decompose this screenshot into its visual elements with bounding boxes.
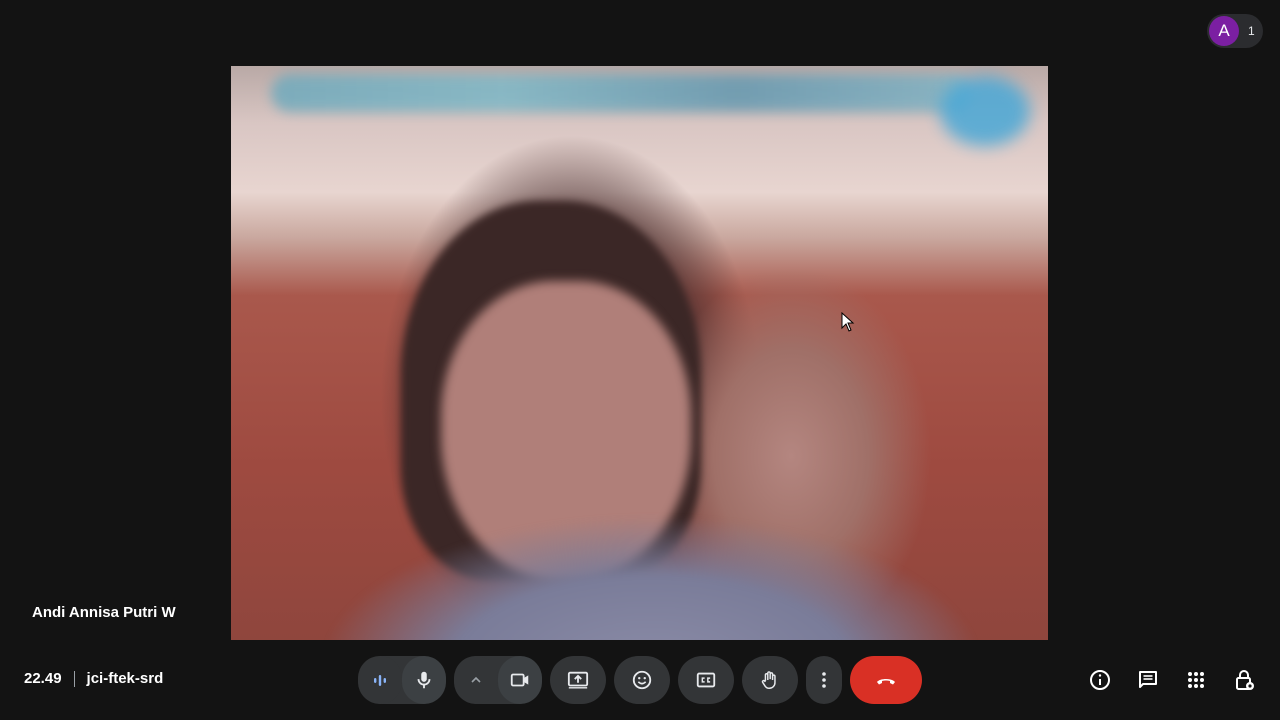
activities-icon (1188, 672, 1204, 688)
participant-name-label: Andi Annisa Putri W (32, 604, 176, 621)
mouse-cursor-icon (841, 312, 855, 332)
end-call-control (850, 656, 922, 704)
background-banner (271, 74, 971, 112)
end-call-icon (877, 679, 895, 685)
captions-icon (696, 672, 716, 688)
emoji-icon (632, 670, 652, 690)
camera-button[interactable] (498, 656, 542, 704)
captions-button[interactable] (678, 656, 734, 704)
more-options-icon (822, 672, 826, 688)
audio-levels-button[interactable] (358, 656, 402, 704)
more-options-button[interactable] (806, 656, 842, 704)
participant-video (231, 66, 1048, 640)
camera-options-button[interactable] (454, 656, 498, 704)
microphone-icon (417, 671, 431, 689)
more-options-control (806, 656, 842, 704)
divider (73, 670, 75, 687)
chat-button[interactable] (1136, 668, 1160, 692)
background-logo (940, 76, 1030, 146)
person-shirt (231, 506, 1048, 640)
chat-icon (1139, 671, 1157, 688)
captions-control (678, 656, 734, 704)
participant-chip[interactable]: A 1 (1207, 14, 1263, 48)
raise-hand-icon (761, 671, 776, 689)
host-controls-button[interactable] (1232, 668, 1256, 692)
host-controls-icon (1236, 670, 1254, 690)
avatar: A (1209, 16, 1239, 46)
info-icon (1090, 670, 1110, 690)
participant-count: 1 (1248, 24, 1255, 38)
chevron-up-icon (471, 676, 481, 683)
present-control (550, 656, 606, 704)
info-button[interactable] (1088, 668, 1112, 692)
meeting-time: 22.49 (24, 670, 62, 687)
emoji-control (614, 656, 670, 704)
present-screen-button[interactable] (550, 656, 606, 704)
activities-button[interactable] (1184, 668, 1208, 692)
audio-levels-icon (374, 675, 386, 686)
microphone-control-group (358, 656, 446, 704)
end-call-button[interactable] (850, 656, 922, 704)
camera-control-group (454, 656, 542, 704)
present-screen-icon (567, 671, 589, 689)
camera-icon (510, 673, 529, 687)
emoji-button[interactable] (614, 656, 670, 704)
raise-hand-button[interactable] (742, 656, 798, 704)
microphone-button[interactable] (402, 656, 446, 704)
raise-hand-control (742, 656, 798, 704)
meeting-info: 22.49 jci-ftek-srd (24, 670, 163, 687)
meeting-code: jci-ftek-srd (86, 670, 164, 687)
